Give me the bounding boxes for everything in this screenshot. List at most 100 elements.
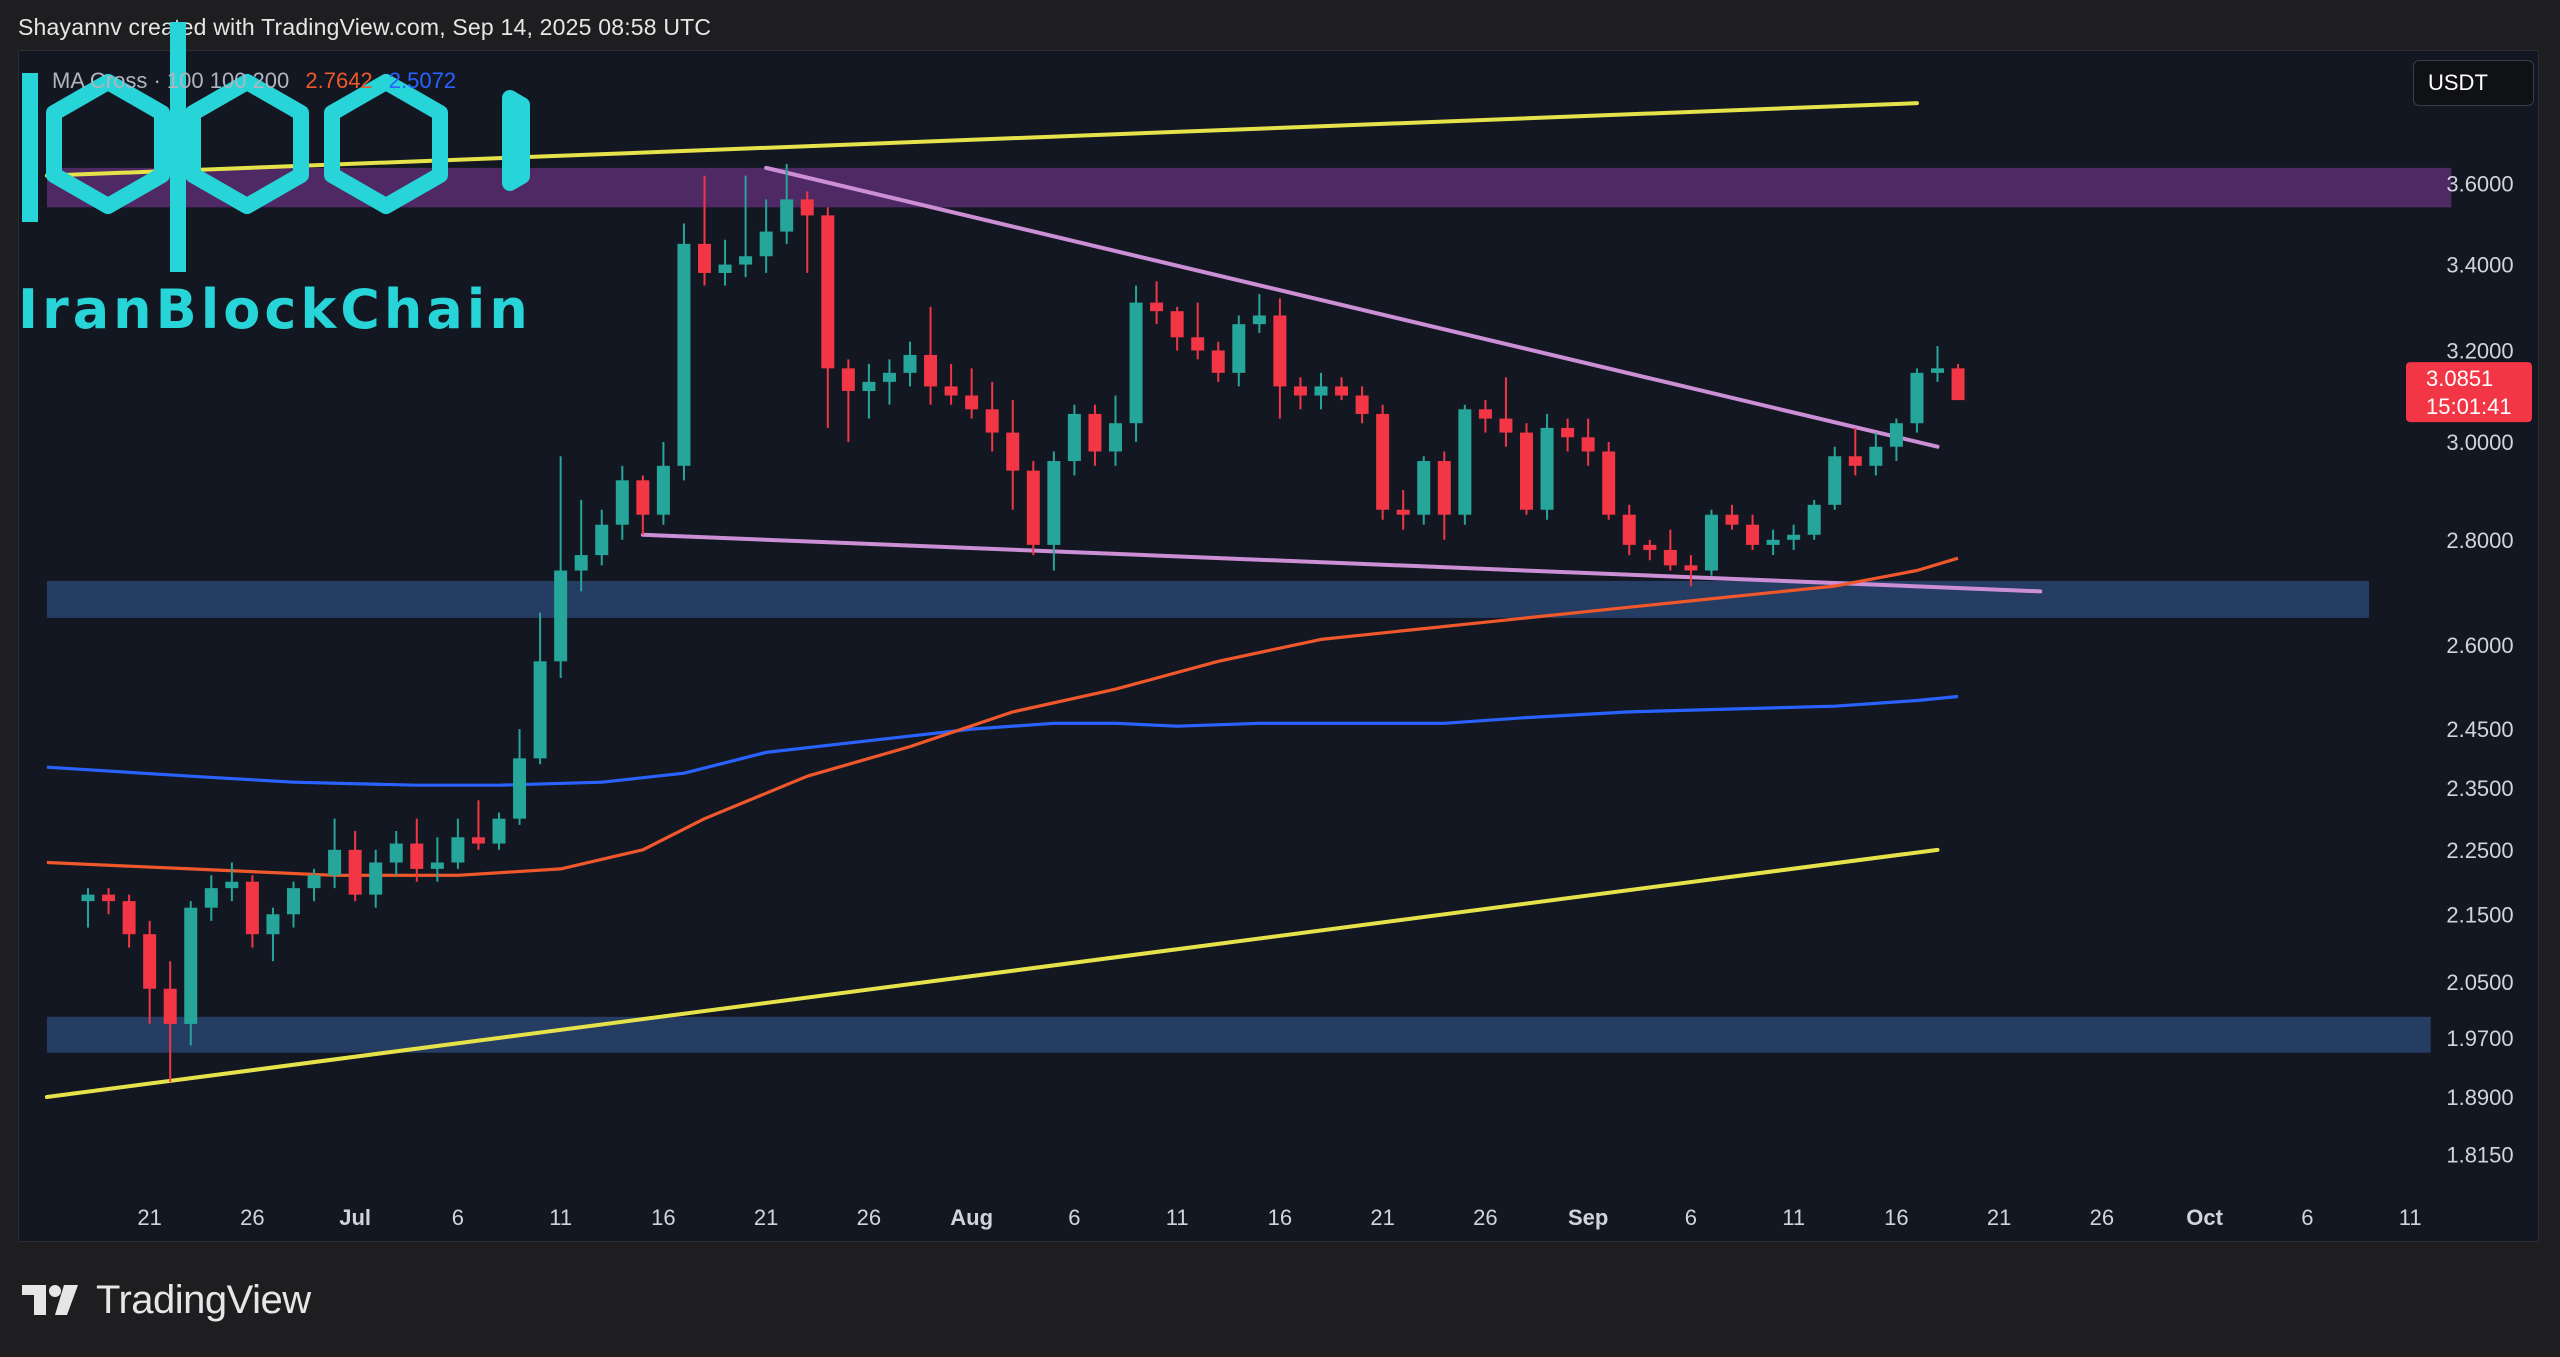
candle-body — [554, 570, 568, 662]
candle-body — [163, 988, 177, 1024]
time-tick-label: 26 — [240, 1205, 264, 1230]
candle-body — [1026, 470, 1040, 545]
time-tick-label: 11 — [1782, 1205, 1805, 1230]
candle — [163, 961, 177, 1083]
currency-button[interactable]: USDT — [2413, 60, 2534, 106]
candle-body — [1437, 461, 1451, 515]
time-tick-label: Jul — [339, 1205, 371, 1230]
time-tick-label: 26 — [1473, 1205, 1497, 1230]
price-tick-label: 2.2500 — [2446, 838, 2513, 863]
candle — [1931, 346, 1944, 382]
candle — [102, 888, 116, 915]
candle-body — [1704, 514, 1718, 571]
price-tick-label: 1.8900 — [2446, 1085, 2513, 1110]
candle-body — [1006, 432, 1020, 471]
candle-body — [1746, 524, 1760, 545]
candle-body — [1396, 509, 1410, 515]
candle — [225, 862, 239, 902]
candle-body — [1088, 413, 1102, 452]
candle-body — [1931, 368, 1944, 373]
candle — [204, 875, 218, 921]
candle-body — [924, 354, 938, 387]
candle-body — [1252, 315, 1266, 325]
candle-body — [698, 243, 711, 273]
candle — [821, 207, 835, 428]
candle — [122, 894, 136, 948]
tradingview-wordmark: TradingView — [96, 1278, 311, 1322]
candle-body — [862, 381, 876, 391]
price-label-layer: 3.0851 15:01:41 — [2406, 362, 2532, 423]
candle-body — [1807, 504, 1821, 535]
candle — [656, 442, 670, 525]
candle — [81, 888, 95, 928]
candle-body — [348, 849, 362, 895]
candle-body — [1848, 456, 1862, 466]
candle-body — [430, 862, 444, 869]
candle-body — [944, 386, 958, 396]
candle-body — [1910, 372, 1924, 424]
candle — [1088, 404, 1102, 466]
candle — [1643, 539, 1657, 561]
footer-brand[interactable]: TradingView — [22, 1278, 311, 1323]
candle — [143, 920, 157, 1024]
candle-body — [369, 862, 383, 895]
time-tick-label: 6 — [2301, 1205, 2313, 1230]
chart-canvas[interactable]: 3.6000 3.4000 3.2000 3.0000 2.8000 2.6000 2.45… — [0, 0, 2560, 1357]
candle — [759, 199, 773, 273]
candle-body — [1129, 302, 1143, 424]
candle — [636, 475, 650, 535]
candle-body — [1561, 427, 1575, 438]
time-tick-label: 11 — [1166, 1205, 1189, 1230]
price-tick-label: 3.2000 — [2446, 339, 2513, 364]
candle-body — [677, 243, 691, 466]
indicator-legend[interactable]: MA Cross · 100 100 200 2.7642 2.5072 — [52, 68, 456, 94]
indicator-name: MA Cross · 100 100 200 — [52, 68, 290, 93]
candle-body — [225, 881, 239, 889]
candle — [410, 818, 424, 882]
candle-body — [1643, 544, 1657, 550]
candle — [1499, 377, 1513, 447]
candle-body — [1191, 337, 1205, 351]
candle — [574, 499, 588, 592]
candle — [1746, 514, 1760, 550]
time-tick-label: 6 — [1685, 1205, 1697, 1230]
candle — [965, 368, 979, 419]
price-tick-label: 2.6000 — [2446, 633, 2513, 658]
candle — [451, 818, 465, 869]
candle-body — [1725, 514, 1739, 525]
candle — [348, 831, 362, 902]
candle — [389, 831, 403, 876]
candle-body — [882, 372, 896, 382]
time-tick-label: 21 — [1370, 1205, 1394, 1230]
candle-body — [102, 894, 116, 902]
candle — [1129, 285, 1143, 443]
candle-body — [1335, 386, 1349, 396]
candle — [1232, 315, 1246, 387]
price-axis: 3.6000 3.4000 3.2000 3.0000 2.8000 2.6000 2.45… — [2446, 172, 2513, 1168]
candle — [287, 881, 300, 928]
candle — [1396, 490, 1410, 530]
candle-body — [513, 758, 527, 819]
current-price-text: 3.0851 — [2426, 366, 2493, 391]
candle — [471, 800, 485, 850]
candle-body — [718, 264, 732, 273]
candle-body — [287, 888, 300, 915]
price-tick-label: 3.4000 — [2446, 253, 2513, 278]
candle-body — [1109, 423, 1122, 452]
candle — [944, 363, 958, 405]
candle — [1766, 529, 1780, 556]
candle-body — [739, 256, 753, 265]
price-tick-label: 2.1500 — [2446, 902, 2513, 927]
time-tick-label: 16 — [1268, 1205, 1292, 1230]
candle-body — [903, 354, 917, 373]
candle — [1828, 446, 1842, 510]
price-tick-label: 2.0500 — [2446, 970, 2513, 995]
candle-body — [1478, 409, 1492, 419]
candle — [1540, 413, 1554, 520]
candle — [1581, 418, 1595, 466]
candle-body — [1211, 350, 1225, 373]
candle-body — [1293, 386, 1307, 396]
candle-body — [184, 907, 198, 1024]
candle-body — [1622, 514, 1636, 545]
candle — [1314, 372, 1328, 410]
